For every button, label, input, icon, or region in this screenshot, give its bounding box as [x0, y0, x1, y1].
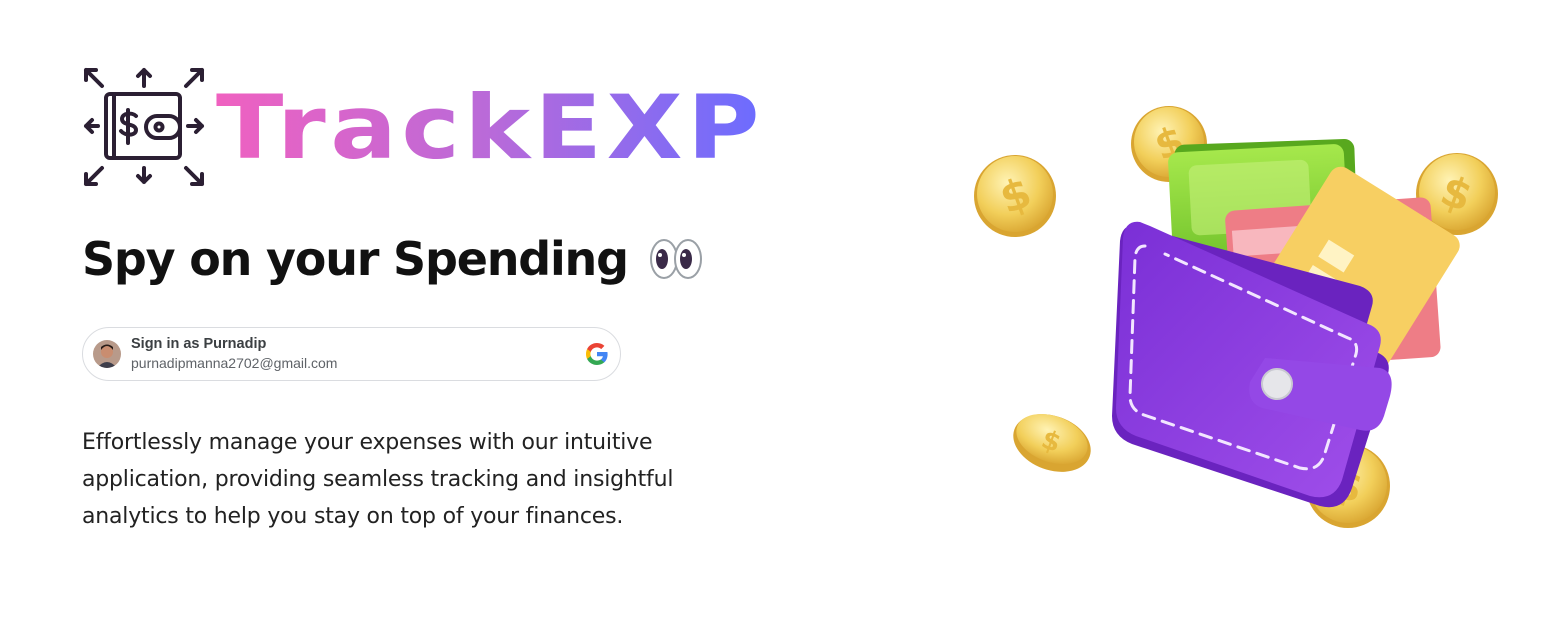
- wallet-illustration: $ $ $ $ $: [974, 106, 1498, 528]
- wallet-with-arrows-icon: [84, 68, 204, 186]
- description-line: application, providing seamless tracking…: [82, 467, 674, 492]
- eyes-icon: [649, 239, 702, 279]
- signin-title: Sign in as Purnadip: [131, 336, 267, 352]
- hero-heading: Spy on your Spending: [82, 228, 704, 290]
- brand-wordmark: TrackEXP: [216, 82, 764, 172]
- brand-logo[interactable]: TrackEXP: [80, 64, 770, 192]
- coin-icon: $: [974, 155, 1056, 237]
- page-title: Spy on your Spending: [82, 232, 629, 286]
- brand-name: TrackEXP: [216, 82, 764, 172]
- description-line: Effortlessly manage your expenses with o…: [82, 430, 653, 455]
- google-g-icon: [586, 343, 608, 365]
- google-signin-button[interactable]: Sign in as Purnadip purnadipmanna2702@gm…: [82, 327, 621, 381]
- avatar: [93, 340, 121, 368]
- description-line: analytics to help you stay on top of you…: [82, 504, 624, 529]
- coin-icon: $: [1013, 413, 1091, 472]
- hero-description: Effortlessly manage your expenses with o…: [82, 424, 772, 535]
- signin-email: purnadipmanna2702@gmail.com: [131, 355, 338, 371]
